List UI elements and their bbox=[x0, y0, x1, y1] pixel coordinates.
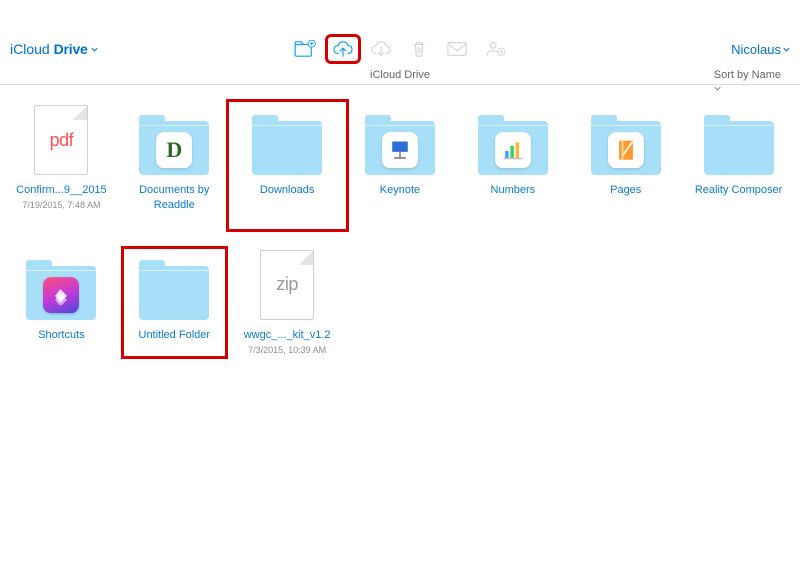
account-dropdown[interactable]: Nicolaus bbox=[731, 42, 790, 57]
item-sublabel: 7/3/2015, 10:39 AM bbox=[248, 345, 326, 356]
pages-app-icon bbox=[608, 132, 644, 168]
cloud-upload-button[interactable] bbox=[327, 36, 359, 62]
chevron-down-icon bbox=[714, 85, 784, 92]
download-button[interactable] bbox=[365, 36, 397, 62]
folder-thumbnail bbox=[26, 250, 96, 320]
file-thumbnail: zip bbox=[252, 250, 322, 320]
folder-icon bbox=[139, 266, 209, 320]
item-label: Reality Composer bbox=[695, 183, 782, 198]
folder-icon bbox=[252, 121, 322, 175]
file-zip[interactable]: zip wwgc_..._kit_v1.2 7/3/2015, 10:39 AM bbox=[234, 250, 341, 356]
mail-icon bbox=[447, 41, 467, 57]
mail-button[interactable] bbox=[441, 36, 473, 62]
download-icon bbox=[370, 40, 392, 58]
folder-thumbnail bbox=[704, 105, 774, 175]
new-folder-icon bbox=[294, 40, 316, 58]
item-label: Downloads bbox=[260, 183, 314, 198]
new-folder-button[interactable] bbox=[289, 36, 321, 62]
share-person-icon bbox=[484, 40, 506, 58]
item-label: Keynote bbox=[380, 183, 420, 198]
header-bar: iCloud Drive bbox=[0, 33, 800, 65]
item-label: Numbers bbox=[491, 183, 536, 198]
item-label: Untitled Folder bbox=[139, 328, 211, 343]
item-label: Pages bbox=[610, 183, 641, 198]
folder-keynote[interactable]: Keynote bbox=[347, 105, 454, 226]
folder-numbers[interactable]: Numbers bbox=[459, 105, 566, 226]
folder-downloads[interactable]: Downloads bbox=[234, 105, 341, 226]
subheader-bar: iCloud Drive Sort by Name bbox=[0, 65, 800, 85]
item-label: Confirm...9__2015 bbox=[16, 183, 107, 198]
folder-thumbnail: D bbox=[139, 105, 209, 175]
chevron-down-icon bbox=[91, 46, 98, 53]
location-label: iCloud Drive bbox=[370, 65, 430, 85]
folder-thumbnail bbox=[478, 105, 548, 175]
shortcuts-app-icon bbox=[43, 277, 79, 313]
numbers-app-icon bbox=[495, 132, 531, 168]
brand-dropdown[interactable]: iCloud Drive bbox=[10, 41, 98, 57]
brand-prefix: iCloud bbox=[10, 41, 50, 57]
share-button[interactable] bbox=[479, 36, 511, 62]
file-thumbnail: pdf bbox=[26, 105, 96, 175]
readdle-app-icon: D bbox=[156, 132, 192, 168]
zip-icon: zip bbox=[260, 250, 314, 320]
folder-thumbnail bbox=[591, 105, 661, 175]
folder-thumbnail bbox=[139, 250, 209, 320]
trash-icon bbox=[410, 40, 428, 58]
file-pdf[interactable]: pdf Confirm...9__2015 7/19/2015, 7:48 AM bbox=[8, 105, 115, 226]
folder-untitled[interactable]: Untitled Folder bbox=[121, 250, 228, 356]
folder-pages[interactable]: Pages bbox=[572, 105, 679, 226]
item-label: wwgc_..._kit_v1.2 bbox=[244, 328, 331, 343]
folder-documents-by-readdle[interactable]: D Documents by Readdle bbox=[121, 105, 228, 226]
folder-icon bbox=[704, 121, 774, 175]
items-grid: pdf Confirm...9__2015 7/19/2015, 7:48 AM… bbox=[0, 85, 800, 356]
folder-thumbnail bbox=[252, 105, 322, 175]
cloud-upload-icon bbox=[332, 40, 354, 58]
delete-button[interactable] bbox=[403, 36, 435, 62]
account-name: Nicolaus bbox=[731, 42, 781, 57]
item-label: Shortcuts bbox=[38, 328, 84, 343]
brand-strong: Drive bbox=[54, 41, 88, 57]
chevron-down-icon bbox=[783, 46, 790, 53]
sort-label: Sort by Name bbox=[714, 69, 781, 81]
pdf-icon: pdf bbox=[34, 105, 88, 175]
folder-shortcuts[interactable]: Shortcuts bbox=[8, 250, 115, 356]
keynote-app-icon bbox=[382, 132, 418, 168]
folder-thumbnail bbox=[365, 105, 435, 175]
toolbar bbox=[289, 36, 511, 62]
item-label: Documents by Readdle bbox=[124, 183, 224, 213]
folder-reality-composer[interactable]: Reality Composer bbox=[685, 105, 792, 226]
sort-dropdown[interactable]: Sort by Name bbox=[714, 65, 784, 92]
item-sublabel: 7/19/2015, 7:48 AM bbox=[22, 200, 100, 211]
